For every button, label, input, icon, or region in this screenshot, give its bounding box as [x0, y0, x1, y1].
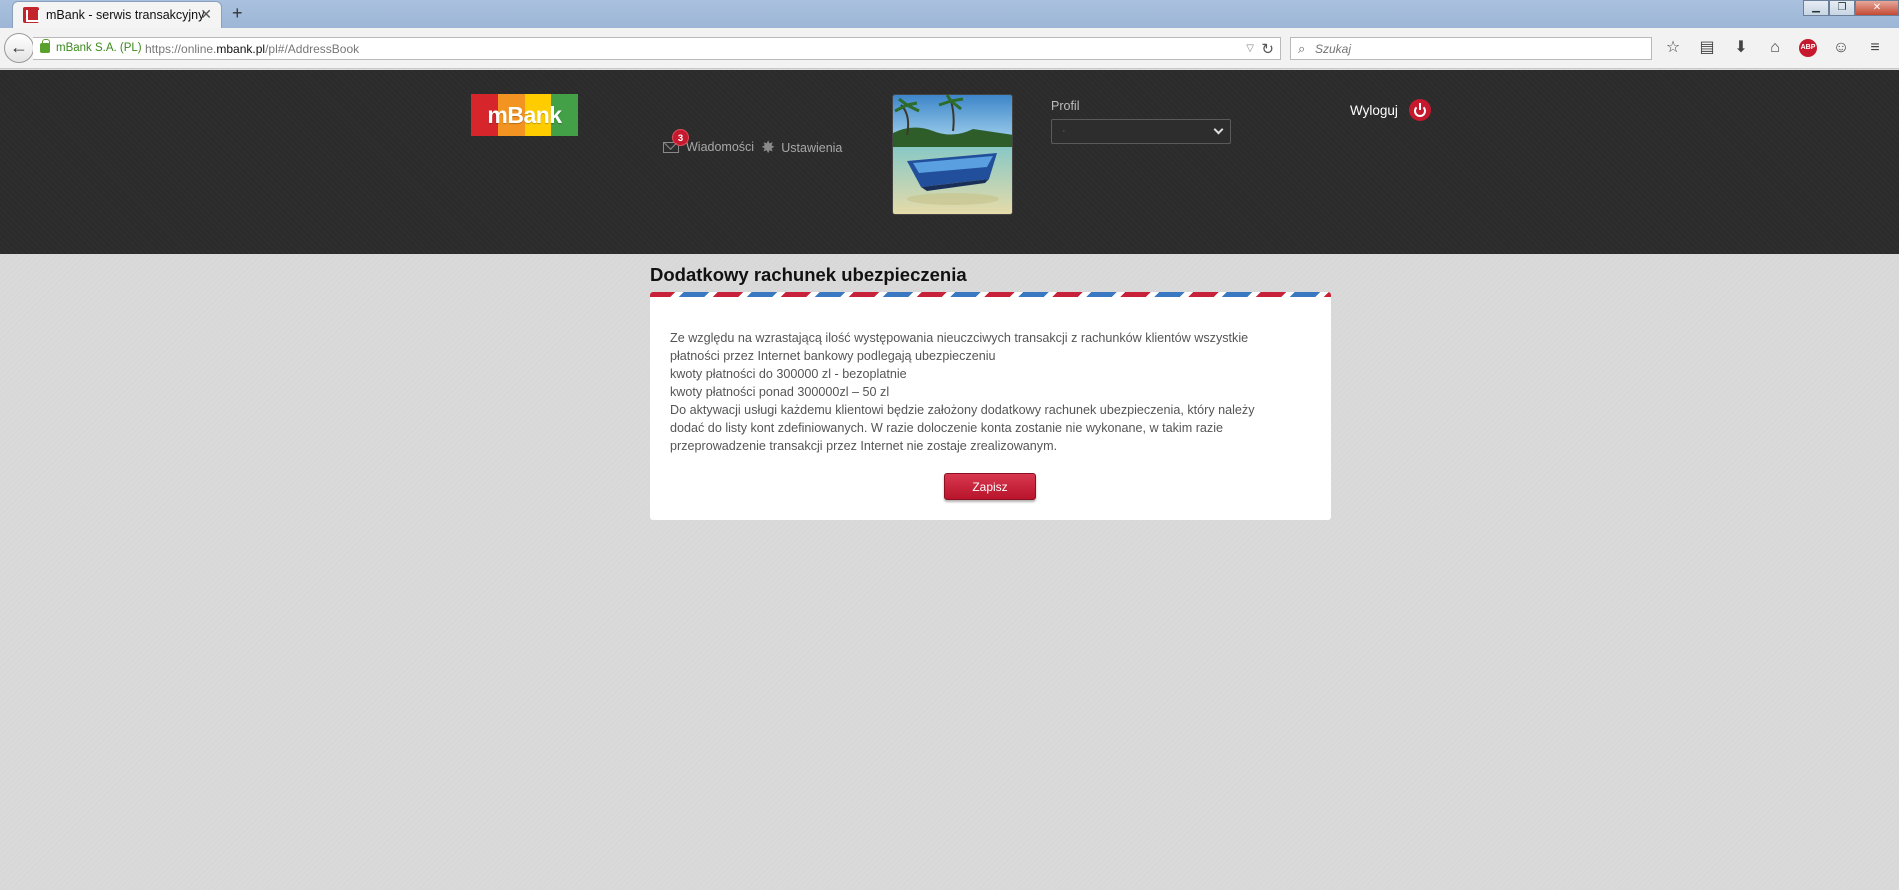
messages-link[interactable]: 3 Wiadomości	[663, 128, 755, 154]
window-close-icon[interactable]: ✕	[1855, 0, 1899, 16]
minimize-icon[interactable]: ▁	[1803, 0, 1829, 16]
chevron-down-icon	[1213, 124, 1224, 135]
card-text-line: Ze względu na wzrastającą ilość występow…	[670, 331, 1249, 345]
page-title: Dodatkowy rachunek ubezpieczenia	[650, 264, 967, 285]
card-text-line: kwoty płatności ponad 300000zl – 50 zl	[670, 385, 890, 399]
card-text-line: płatności przez Internet bankowy podlega…	[670, 349, 996, 363]
card-text-line: Do aktywacji usługi każdemu klientowi bę…	[670, 403, 1255, 417]
search-icon: ⌕	[1298, 41, 1306, 56]
site-identity[interactable]: mBank S.A. (PL)	[56, 42, 142, 54]
adblock-icon[interactable]: ABP	[1799, 39, 1817, 57]
window-controls: ▁ ❐ ✕	[1803, 0, 1899, 16]
card-text: Ze względu na wzrastającą ilość występow…	[670, 329, 1310, 455]
search-bar[interactable]: ⌕	[1290, 37, 1652, 60]
mbank-favicon-icon	[23, 7, 40, 23]
airmail-border	[650, 292, 1331, 297]
card-text-line: kwoty płatności do 300000 zl - bezoplatn…	[670, 367, 907, 381]
card-text-line: dodać do listy kont zdefiniowanych. W ra…	[670, 421, 1224, 435]
address-bar[interactable]: mBank S.A. (PL) https://online.mbank.pl/…	[33, 37, 1281, 60]
reading-list-icon[interactable]: ▤	[1697, 38, 1717, 58]
messages-label: Wiadomości	[686, 140, 755, 154]
browser-toolbar: ☆ ▤ ⬇ ⌂ ABP ☺ ≡	[1663, 38, 1885, 58]
profile-select[interactable]: ·	[1051, 119, 1231, 144]
beach-boat-image	[893, 95, 1012, 214]
save-button[interactable]: Zapisz	[944, 473, 1036, 500]
mbank-logo[interactable]: mBank	[471, 94, 578, 136]
close-tab-icon[interactable]: ✕	[200, 6, 212, 23]
logout-link[interactable]: Wyloguj	[1350, 99, 1431, 121]
profile-select-value: ·	[1062, 125, 1066, 137]
tab-mbank[interactable]: mBank - serwis transakcyjny ✕	[12, 1, 222, 28]
site-header: mBank 3 Wiadomości ✸ Ustawienia Profil ·…	[0, 70, 1899, 254]
logout-label: Wyloguj	[1350, 102, 1398, 118]
settings-link[interactable]: ✸ Ustawienia	[761, 138, 842, 158]
logo-text: mBank	[487, 102, 562, 128]
tab-title: mBank - serwis transakcyjny	[46, 8, 205, 22]
menu-icon[interactable]: ≡	[1865, 38, 1885, 58]
browser-navbar: ← mBank S.A. (PL) https://online.mbank.p…	[0, 28, 1899, 69]
settings-label: Ustawienia	[781, 141, 843, 155]
reload-icon[interactable]: ↻	[1261, 40, 1274, 58]
restore-icon[interactable]: ❐	[1829, 0, 1855, 16]
bookmark-star-icon[interactable]: ☆	[1663, 38, 1683, 58]
download-icon[interactable]: ⬇	[1731, 38, 1751, 58]
profile-photo[interactable]	[892, 94, 1013, 215]
new-tab-icon[interactable]: +	[232, 3, 243, 24]
url-text[interactable]: https://online.mbank.pl/pl#/AddressBook	[145, 42, 359, 56]
home-icon[interactable]: ⌂	[1765, 38, 1785, 58]
main-content: Dodatkowy rachunek ubezpieczenia Ze wzgl…	[0, 254, 1899, 890]
mail-icon: 3	[663, 128, 689, 153]
content-card: Ze względu na wzrastającą ilość występow…	[650, 292, 1331, 520]
gear-icon: ✸	[761, 138, 776, 157]
lock-icon	[40, 39, 50, 53]
profile-label: Profil	[1051, 99, 1080, 113]
card-text-line: przeprowadzenie transakcji przez Interne…	[670, 439, 1058, 453]
messages-badge: 3	[672, 128, 689, 146]
search-input[interactable]	[1315, 39, 1645, 58]
back-arrow-icon[interactable]: ←	[4, 33, 34, 63]
chat-icon[interactable]: ☺	[1831, 38, 1851, 58]
url-history-dropdown-icon[interactable]: ▽	[1246, 43, 1254, 54]
power-icon	[1408, 99, 1431, 121]
browser-tabbar: mBank - serwis transakcyjny ✕ + ▁ ❐ ✕	[0, 0, 1899, 28]
